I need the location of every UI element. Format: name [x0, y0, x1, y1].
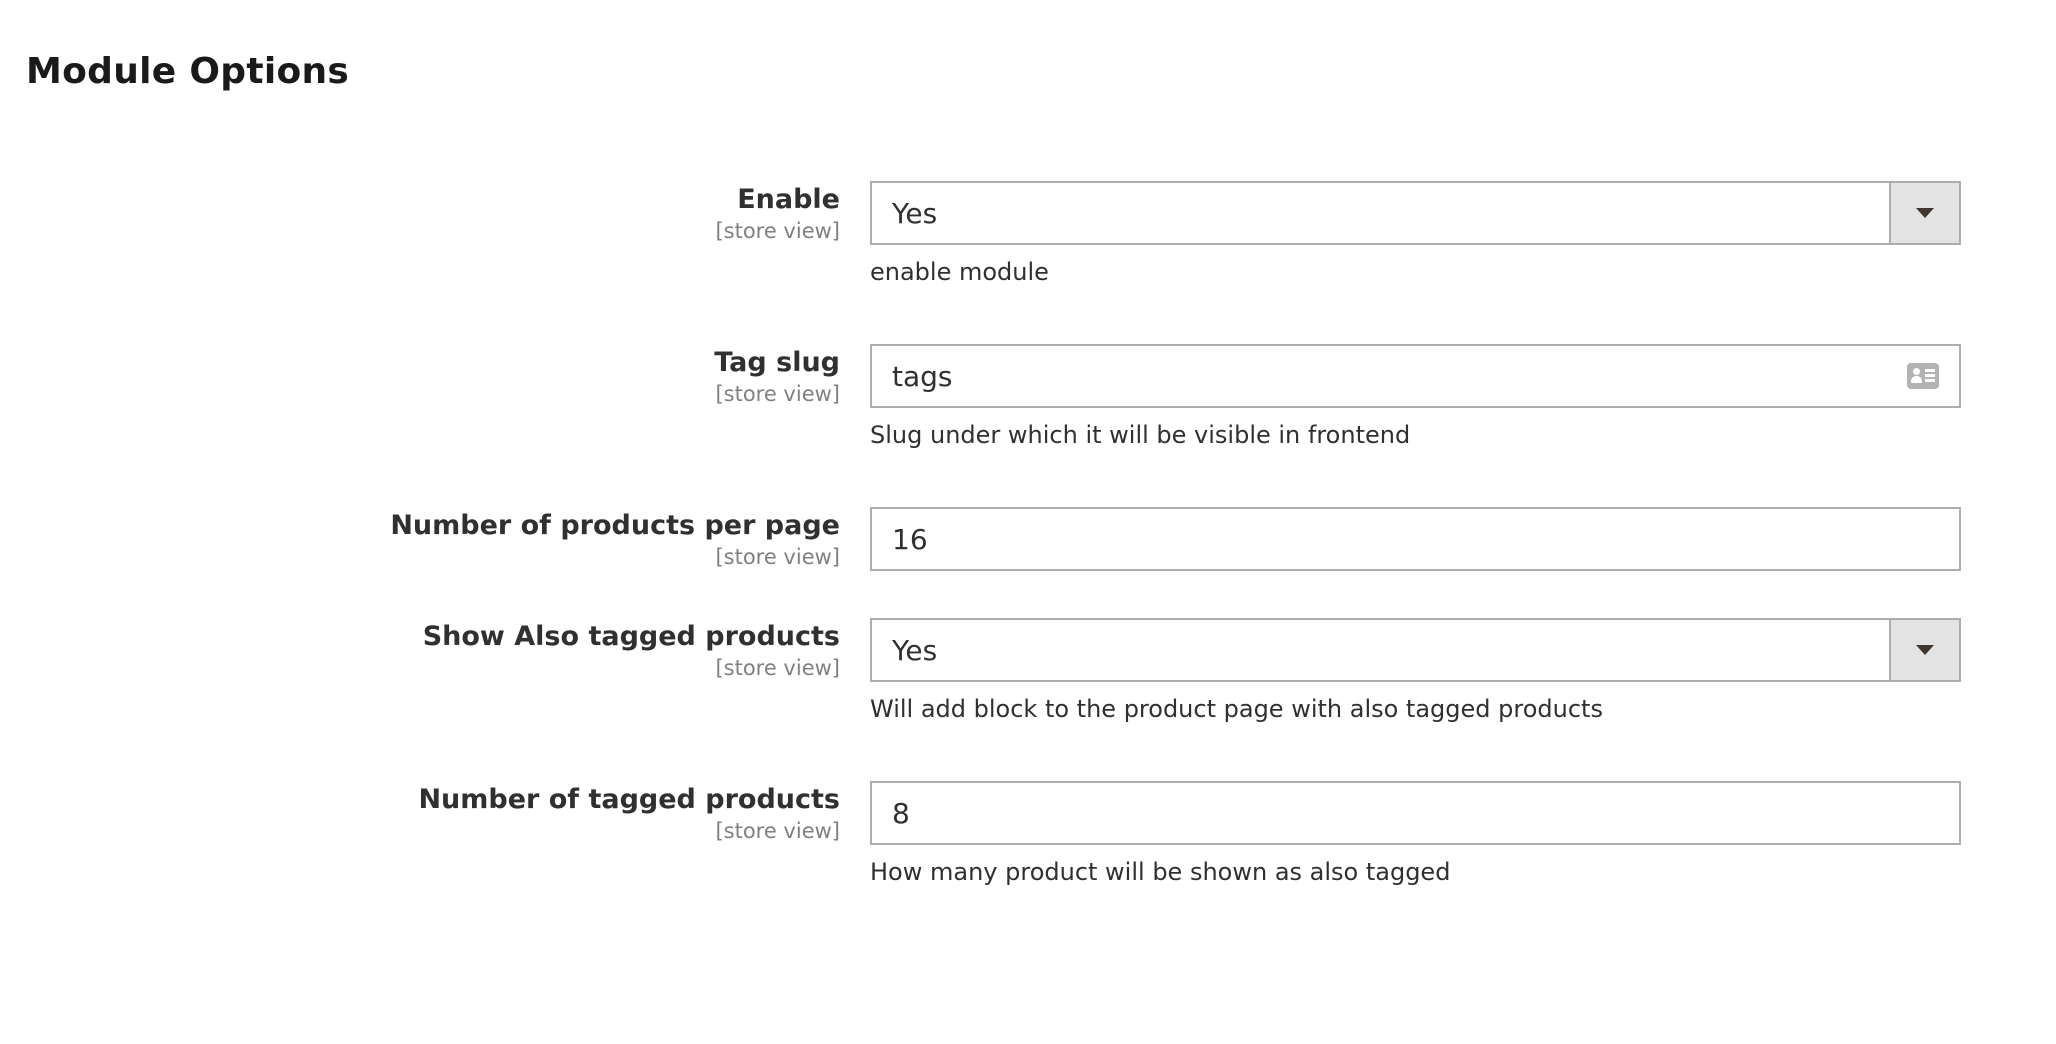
enable-select[interactable]: Yes — [870, 181, 1961, 245]
chevron-down-icon — [1916, 645, 1934, 655]
field-label: Enable — [737, 184, 840, 215]
input-value: tags — [892, 359, 953, 393]
dropdown-toggle[interactable] — [1889, 620, 1959, 680]
input-value: 8 — [892, 796, 910, 830]
input-value: 16 — [892, 522, 928, 556]
field-label: Number of products per page — [390, 510, 840, 541]
field-label-group: Number of tagged products [store view] — [418, 782, 840, 844]
field-note: Slug under which it will be visible in f… — [870, 421, 1411, 449]
select-value: Yes — [892, 196, 938, 230]
scope-label: [store view] — [715, 819, 840, 843]
field-label-group: Show Also tagged products [store view] — [423, 619, 840, 681]
tag-slug-input[interactable]: tags — [870, 344, 1961, 408]
field-label: Show Also tagged products — [422, 621, 840, 652]
section-title: Module Options — [26, 51, 350, 92]
scope-label: [store view] — [715, 382, 840, 406]
scope-label: [store view] — [715, 219, 840, 243]
field-note: Will add block to the product page with … — [870, 695, 1603, 723]
tagged-count-input[interactable]: 8 — [870, 781, 1961, 845]
field-label-group: Tag slug [store view] — [714, 345, 840, 407]
field-label-group: Enable [store view] — [715, 182, 840, 244]
scope-label: [store view] — [715, 656, 840, 680]
select-value: Yes — [892, 633, 938, 667]
field-label-group: Number of products per page [store view] — [390, 508, 840, 570]
field-label: Number of tagged products — [418, 784, 840, 815]
dropdown-toggle[interactable] — [1889, 183, 1959, 243]
contact-card-icon[interactable] — [1907, 363, 1939, 389]
chevron-down-icon — [1916, 208, 1934, 218]
field-note: enable module — [870, 258, 1049, 286]
products-per-page-input[interactable]: 16 — [870, 507, 1961, 571]
show-also-tagged-select[interactable]: Yes — [870, 618, 1961, 682]
field-note: How many product will be shown as also t… — [870, 858, 1451, 886]
field-label: Tag slug — [714, 347, 840, 378]
scope-label: [store view] — [715, 545, 840, 569]
